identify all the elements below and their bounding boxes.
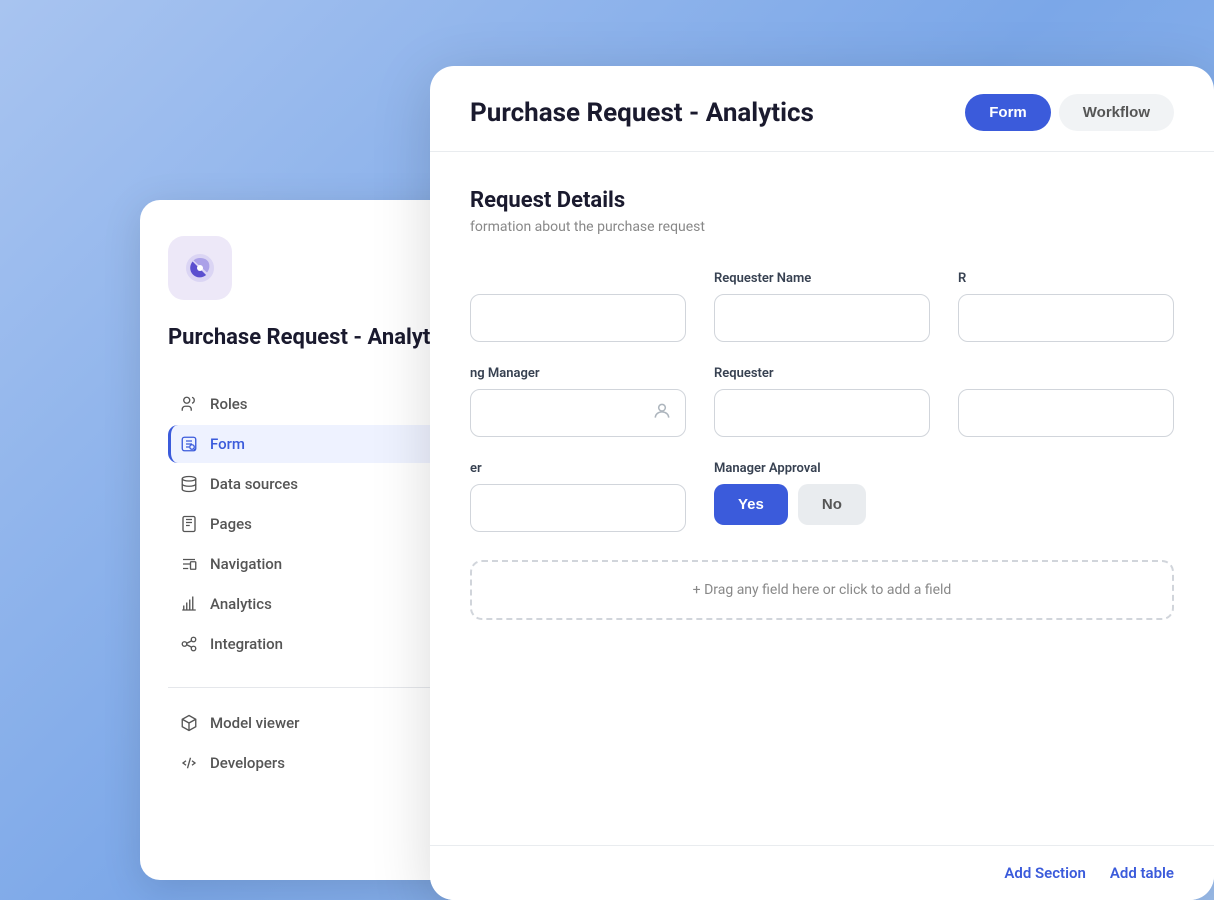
approval-buttons: Yes No [714,484,930,525]
header-tabs: Form Workflow [965,94,1174,131]
main-content: Request Details formation about the purc… [430,152,1214,896]
main-panel-title: Purchase Request - Analytics [470,98,814,128]
field7-label: er [470,461,686,476]
tab-workflow[interactable]: Workflow [1059,94,1174,131]
manager-approval-label: Manager Approval [714,461,930,476]
sidebar-item-model-viewer[interactable]: Model viewer [168,704,472,742]
form-group-requester-name: Requester Name [714,271,930,342]
sidebar-item-pages-label: Pages [210,515,252,533]
sidebar-item-developers[interactable]: Developers [168,744,472,782]
drag-field-area[interactable]: + Drag any field here or click to add a … [470,560,1174,620]
requester-label: Requester [714,366,930,381]
form-group-hiring-manager: ng Manager [470,366,686,437]
form-group-field1 [470,271,686,342]
person-icon [652,401,672,425]
field6-input[interactable] [958,389,1174,437]
form-group-manager-approval: Manager Approval Yes No [714,461,930,532]
form-group-field7: er [470,461,686,532]
sidebar-item-navigation[interactable]: Navigation [168,545,472,583]
sidebar-item-integration-label: Integration [210,635,283,653]
form-group-field6 [958,366,1174,437]
sidebar-item-roles-label: Roles [210,395,248,413]
form-group-requester: Requester [714,366,930,437]
sidebar-item-roles[interactable]: Roles [168,385,472,423]
section-title: Request Details [470,188,1174,213]
field3-input[interactable] [958,294,1174,342]
hiring-manager-label: ng Manager [470,366,686,381]
main-header: Purchase Request - Analytics Form Workfl… [430,66,1214,152]
add-table-link[interactable]: Add table [1110,864,1174,882]
sidebar-item-integration[interactable]: Integration [168,625,472,663]
tab-form[interactable]: Form [965,94,1051,131]
main-footer: Add Section Add table [430,845,1214,900]
sidebar-nav: Roles Form Data sources Pages [168,385,472,663]
field1-input[interactable] [470,294,686,342]
sidebar-title: Purchase Request - Analytics [168,324,472,353]
add-section-link[interactable]: Add Section [1004,864,1085,882]
sidebar-item-data-sources[interactable]: Data sources [168,465,472,503]
field7-input[interactable] [470,484,686,532]
approval-yes-button[interactable]: Yes [714,484,788,525]
main-panel: Purchase Request - Analytics Form Workfl… [430,66,1214,900]
field1-label [470,271,686,286]
sidebar-item-developers-label: Developers [210,754,285,772]
field6-label [958,366,1174,381]
sidebar-item-analytics[interactable]: Analytics [168,585,472,623]
sidebar-item-data-sources-label: Data sources [210,475,298,493]
sidebar-item-pages[interactable]: Pages [168,505,472,543]
form-grid: Requester Name R ng Manager [470,271,1174,532]
sidebar-item-form-label: Form [210,435,245,453]
field3-label: R [958,271,1174,286]
sidebar-item-analytics-label: Analytics [210,595,272,613]
hiring-manager-wrapper [470,389,686,437]
section-subtitle: formation about the purchase request [470,219,1174,235]
approval-no-button[interactable]: No [798,484,866,525]
sidebar-divider [168,687,472,688]
sidebar-item-model-viewer-label: Model viewer [210,714,299,732]
sidebar-item-form[interactable]: Form [168,425,472,463]
requester-input[interactable] [714,389,930,437]
sidebar-bottom-nav: Model viewer Developers [168,704,472,782]
requester-name-input[interactable] [714,294,930,342]
app-logo [168,236,232,300]
sidebar-item-navigation-label: Navigation [210,555,282,573]
requester-name-label: Requester Name [714,271,930,286]
form-group-field3: R [958,271,1174,342]
